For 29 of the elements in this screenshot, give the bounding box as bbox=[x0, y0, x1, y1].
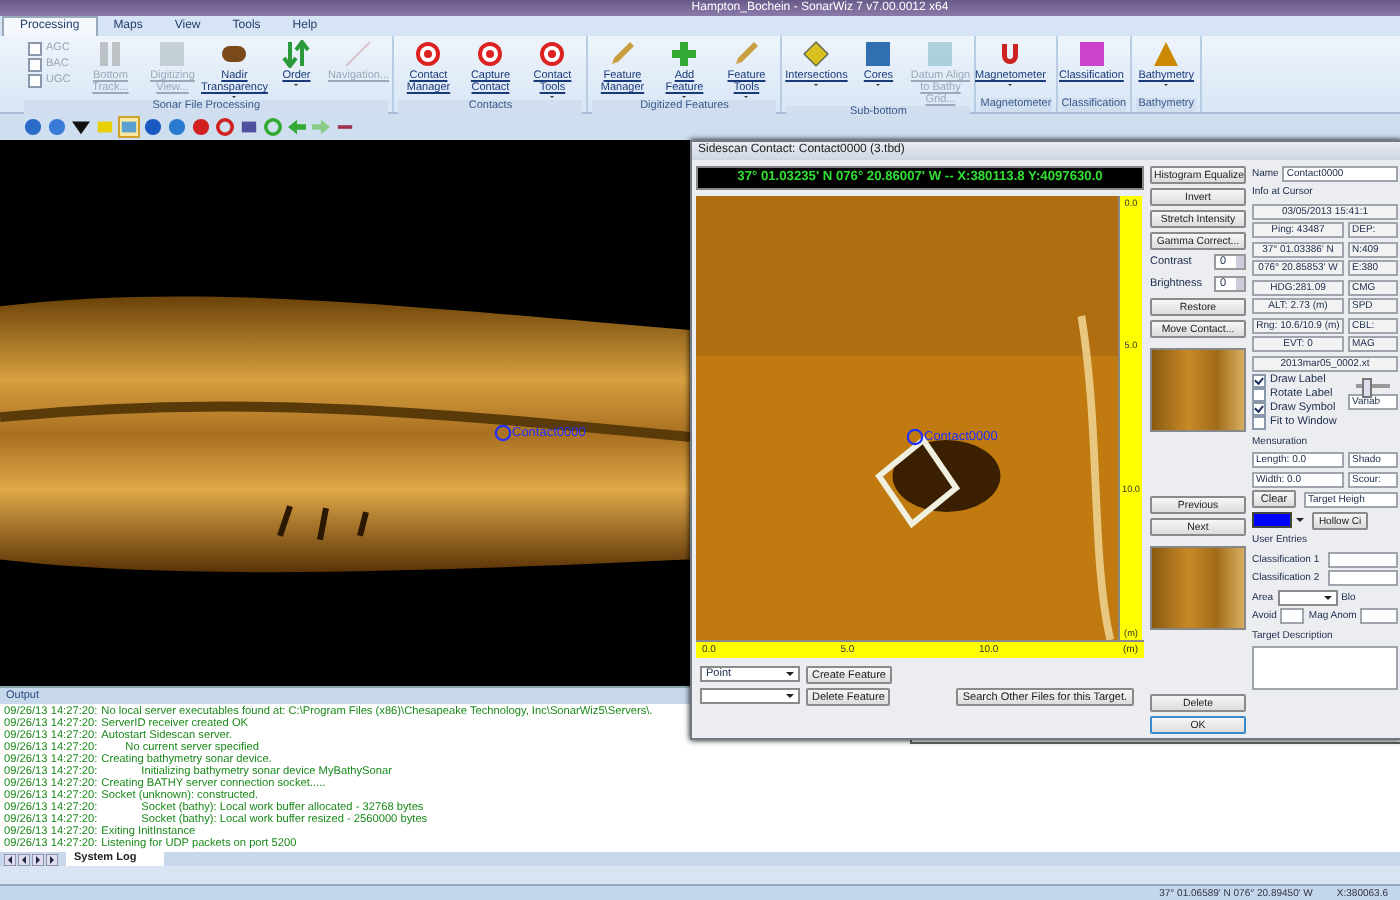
grid-icon[interactable] bbox=[240, 117, 258, 136]
arrow-left-icon[interactable] bbox=[288, 117, 306, 136]
classification-field[interactable] bbox=[1328, 551, 1398, 568]
plus-icon bbox=[670, 39, 699, 68]
tab-scroll-icon[interactable] bbox=[4, 853, 16, 866]
tab-scroll-icon[interactable] bbox=[32, 853, 44, 866]
target-icon bbox=[414, 39, 443, 68]
thumbnail-image[interactable] bbox=[1150, 545, 1246, 630]
tab-scroll-icon[interactable] bbox=[46, 853, 58, 866]
tab-scroll-icon[interactable] bbox=[18, 853, 30, 866]
target-icon[interactable] bbox=[216, 117, 234, 136]
thumbnail-image[interactable] bbox=[1150, 347, 1246, 432]
contact-marker-icon[interactable] bbox=[494, 423, 512, 442]
line-icon bbox=[344, 39, 373, 68]
slider-handle[interactable] bbox=[1362, 378, 1373, 399]
avoid-field[interactable] bbox=[1280, 608, 1305, 625]
dropdown[interactable] bbox=[700, 688, 800, 705]
symbol-color-swatch[interactable] bbox=[1252, 512, 1292, 529]
contact-marker-icon[interactable] bbox=[906, 427, 924, 446]
target-icon bbox=[476, 39, 505, 68]
triangle-icon[interactable] bbox=[72, 117, 90, 136]
target-icon bbox=[538, 39, 567, 68]
picture-icon[interactable] bbox=[120, 117, 138, 136]
bars-icon bbox=[96, 39, 125, 68]
mag-anom-field[interactable] bbox=[1360, 608, 1398, 625]
classification-field[interactable] bbox=[1328, 570, 1398, 587]
area-dropdown[interactable] bbox=[1277, 589, 1338, 606]
target-description-field[interactable] bbox=[1252, 646, 1398, 691]
arrows-icon bbox=[282, 39, 311, 68]
